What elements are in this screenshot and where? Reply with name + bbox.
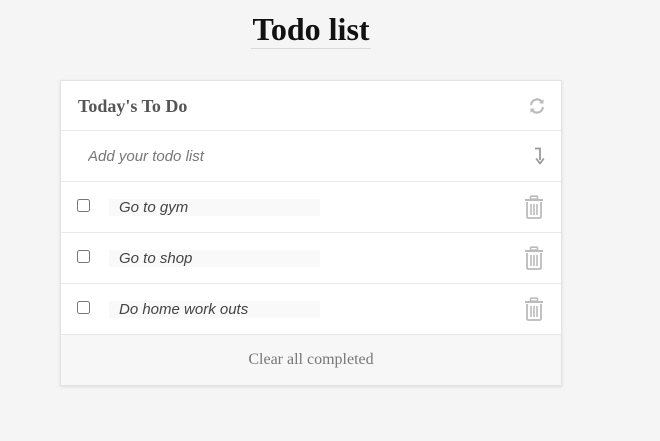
add-todo-input[interactable] [78,143,518,169]
page-title-text: Todo list [251,11,371,49]
todo-text[interactable]: Do home work outs [109,301,320,318]
todo-checkbox[interactable] [77,199,90,212]
trash-icon[interactable] [524,246,544,270]
todo-item: Do home work outs [61,284,561,335]
todo-item: Go to gym [61,182,561,233]
todo-item: Go to shop [61,233,561,284]
card-title: Today's To Do [78,96,188,116]
add-todo-row [61,131,561,182]
todo-checkbox[interactable] [77,301,90,314]
down-arrow-icon[interactable] [533,147,547,165]
todo-checkbox[interactable] [77,250,90,263]
trash-icon[interactable] [524,195,544,219]
page-title: Todo list [0,10,622,49]
trash-icon[interactable] [524,297,544,321]
todo-card: Today's To Do Go to gym [60,80,562,386]
refresh-icon[interactable] [528,97,546,115]
card-footer: Clear all completed [61,335,561,385]
card-header: Today's To Do [61,81,561,131]
todo-text[interactable]: Go to shop [109,250,320,267]
todo-text[interactable]: Go to gym [109,199,320,216]
clear-completed-button[interactable]: Clear all completed [248,351,373,369]
